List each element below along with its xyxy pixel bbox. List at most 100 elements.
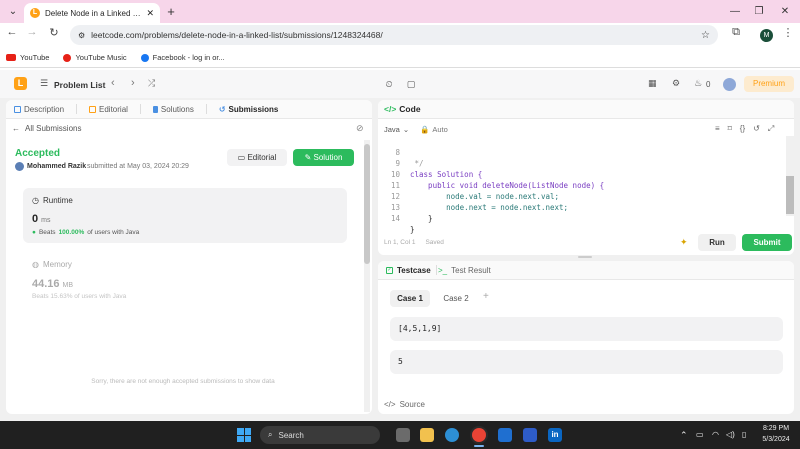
case-2-tab[interactable]: Case 2 <box>436 290 476 307</box>
store-icon[interactable] <box>498 428 512 442</box>
share-link-icon[interactable]: ⊘ <box>356 123 364 134</box>
settings-gear-icon[interactable]: ⚙ <box>672 78 680 89</box>
windows-start-icon[interactable] <box>237 428 251 442</box>
left-scrollbar-thumb[interactable] <box>364 144 370 264</box>
code-line: 11 node.val = node.next.val; <box>378 169 559 201</box>
tab-test-result[interactable]: >_ Test Result <box>438 266 491 275</box>
testcase-input-field[interactable]: [4,5,1,9] <box>390 317 783 341</box>
restore-icon[interactable]: ❐ <box>746 0 772 23</box>
memory-header[interactable]: ◍ Memory <box>32 260 72 269</box>
battery-icon[interactable]: ▯ <box>742 430 746 439</box>
clock-date[interactable]: 5/3/2024 <box>756 436 796 443</box>
notes-icon[interactable]: ▢ <box>404 77 418 91</box>
reset-icon[interactable]: ↺ <box>753 124 760 134</box>
linkedin-icon[interactable]: in <box>548 428 562 442</box>
tab-submissions[interactable]: ↺ Submissions <box>219 105 279 114</box>
expand-icon[interactable]: ⤢ <box>768 124 774 134</box>
line-text: public void deleteNode(ListNode node) { <box>410 181 605 190</box>
case-1-tab[interactable]: Case 1 <box>390 290 430 307</box>
all-submissions-label: All Submissions <box>25 124 82 133</box>
code-line: 12 node.next = node.next.next; <box>378 180 568 212</box>
clock-time[interactable]: 8:29 PM <box>756 425 796 432</box>
braces-icon[interactable]: {} <box>740 124 745 134</box>
checkbox-icon: ✓ <box>386 267 393 274</box>
language-label: Java <box>384 125 400 134</box>
format-icon[interactable]: ≡ <box>715 124 720 134</box>
solution-button[interactable]: ✎ Solution <box>293 149 354 166</box>
premium-button[interactable]: Premium <box>744 76 794 92</box>
saved-status: Saved <box>425 239 444 246</box>
auto-mode[interactable]: 🔒 Auto <box>420 125 448 134</box>
new-tab-plus-icon[interactable]: + <box>158 0 184 23</box>
submissions-history-icon: ↺ <box>218 104 226 114</box>
file-explorer-icon[interactable] <box>420 428 434 442</box>
editorial-button[interactable]: ▭ Editorial <box>227 149 287 166</box>
author-name[interactable]: Mohammed Razik <box>27 163 86 170</box>
source-toggle[interactable]: </> Source <box>384 400 425 409</box>
panel-resize-handle[interactable] <box>578 256 592 258</box>
wifi-icon[interactable]: ◠ <box>712 430 719 439</box>
chrome-menu-icon[interactable]: ⋮ <box>780 26 796 39</box>
bookmark-label: YouTube <box>20 53 50 62</box>
extensions-puzzle-icon[interactable]: ⧉ <box>728 26 744 39</box>
profile-avatar[interactable]: M <box>760 29 773 42</box>
tab-divider <box>139 104 141 114</box>
problem-list-link[interactable]: Problem List <box>54 80 105 90</box>
ai-sparkle-icon[interactable]: ✦ <box>680 237 688 248</box>
editor-status: Ln 1, Col 1 Saved <box>384 239 444 246</box>
editor-scrollbar-thumb[interactable] <box>786 176 794 214</box>
tray-chevron-icon[interactable]: ⌃ <box>680 430 688 441</box>
bookmark-youtube-music[interactable]: YouTube Music <box>63 53 127 62</box>
next-problem-icon[interactable]: › <box>131 77 135 89</box>
all-submissions-link[interactable]: ← All Submissions <box>12 124 81 133</box>
language-select[interactable]: Java ⌄ <box>384 125 409 134</box>
streak-fire-icon[interactable]: ♨ <box>694 78 702 89</box>
list-icon[interactable]: ☰ <box>40 78 48 89</box>
leetcode-logo-icon[interactable]: L <box>14 77 27 90</box>
bookmark-icon[interactable]: ⌑ <box>728 124 732 134</box>
forward-arrow-icon[interactable]: → <box>24 26 40 38</box>
close-window-icon[interactable]: ✕ <box>772 0 798 23</box>
edit-pencil-icon: ✎ <box>304 153 314 162</box>
edge-icon[interactable] <box>445 428 459 442</box>
tab-close-icon[interactable]: ✕ <box>146 8 154 19</box>
url-text[interactable]: leetcode.com/problems/delete-node-in-a-l… <box>91 30 383 40</box>
run-button[interactable]: Run <box>698 234 736 251</box>
tab-editorial[interactable]: Editorial <box>89 105 128 114</box>
bookmark-youtube[interactable]: YouTube <box>6 53 49 62</box>
submit-button[interactable]: Submit <box>742 234 792 251</box>
add-case-icon[interactable]: + <box>483 291 489 302</box>
back-arrow-icon[interactable]: ← <box>4 26 20 38</box>
code-line: 9 class Solution { <box>378 147 482 179</box>
tab-search-chevron-icon[interactable]: ⌄ <box>0 0 26 23</box>
taskbar-search[interactable]: ⌕ Search <box>260 426 380 444</box>
prev-problem-icon[interactable]: ‹ <box>111 77 115 89</box>
beats-suffix: of users with Java <box>87 229 140 236</box>
reload-icon[interactable]: ↻ <box>46 26 62 39</box>
browser-tab[interactable]: L Delete Node in a Linked List - L ✕ <box>24 3 160 23</box>
task-view-icon[interactable] <box>396 428 410 442</box>
bookmark-star-icon[interactable]: ☆ <box>701 30 710 41</box>
language-icon[interactable]: ▭ <box>696 430 704 439</box>
left-tab-bar: Description Editorial Solutions ↺ Submis… <box>6 100 372 119</box>
bookmark-facebook[interactable]: Facebook - log in or... <box>140 53 225 62</box>
chrome-icon[interactable] <box>472 428 486 442</box>
tab-testcase[interactable]: ✓ Testcase <box>386 266 431 275</box>
address-bar[interactable]: ⚙ leetcode.com/problems/delete-node-in-a… <box>70 25 718 45</box>
site-info-icon[interactable]: ⚙ <box>78 31 85 40</box>
app-icon[interactable] <box>523 428 537 442</box>
code-editor[interactable]: 8 */ 9 class Solution { 10 public void d… <box>378 136 784 234</box>
beats-percent: 100.00% <box>58 229 85 236</box>
debugger-icon[interactable]: ⏲ <box>382 77 396 91</box>
layout-grid-icon[interactable]: ▦ <box>648 78 657 89</box>
volume-icon[interactable]: ◁) <box>726 430 735 439</box>
tab-label: Solutions <box>160 104 194 114</box>
shuffle-icon[interactable]: ⤮ <box>148 78 155 89</box>
runtime-card[interactable]: ◷ Runtime 0 ms ● Beats 100.00% of users … <box>23 188 347 243</box>
tab-solutions[interactable]: Solutions <box>152 104 194 114</box>
tab-description[interactable]: Description <box>14 105 64 114</box>
testcase-node-field[interactable]: 5 <box>390 350 783 374</box>
no-data-message: Sorry, there are not enough accepted sub… <box>91 378 275 385</box>
minimize-icon[interactable]: — <box>722 0 748 23</box>
user-avatar[interactable] <box>723 78 736 91</box>
